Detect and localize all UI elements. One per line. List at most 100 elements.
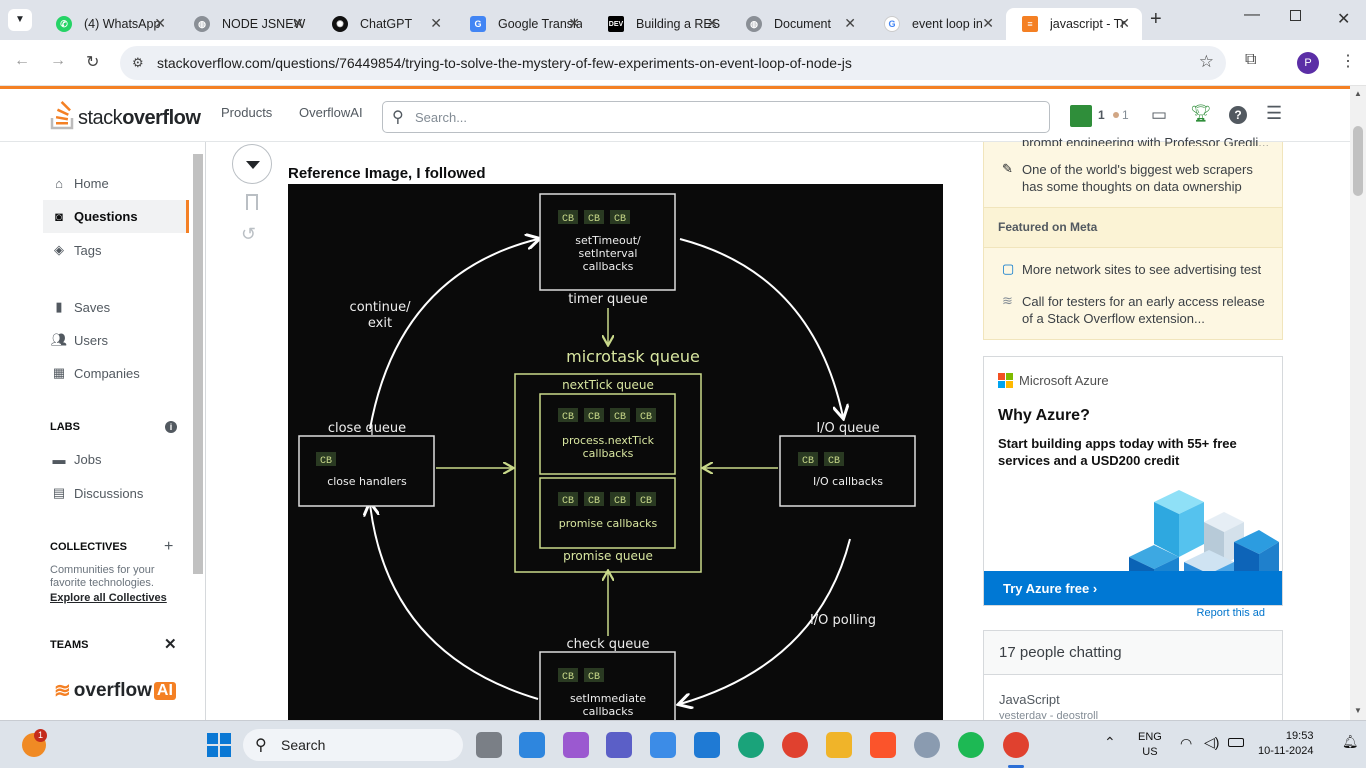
clock[interactable]: 19:53 10-11-2024	[1258, 729, 1313, 759]
taskbar-search[interactable]: ⚲ Search	[243, 729, 463, 761]
maximize-button[interactable]	[1290, 10, 1301, 21]
chat-room-link[interactable]: JavaScript	[999, 692, 1060, 707]
profile-avatar[interactable]: P	[1297, 52, 1319, 74]
info-icon[interactable]: i	[165, 421, 177, 433]
tab-node-jsnew[interactable]: ◍ NODE JSNEW ✕	[178, 8, 316, 40]
meta-item-advertising[interactable]: More network sites to see advertising te…	[1022, 261, 1272, 278]
downvote-button[interactable]	[232, 144, 272, 184]
site-switcher-icon[interactable]: ☰	[1266, 103, 1282, 124]
language-indicator[interactable]: ENG US	[1138, 730, 1162, 760]
teams-icon[interactable]	[606, 732, 632, 758]
new-tab-button[interactable]: +	[1150, 8, 1162, 31]
chrome-icon[interactable]	[782, 732, 808, 758]
scroll-thumb[interactable]	[1353, 126, 1363, 196]
tab-document[interactable]: ◍ Document ✕	[730, 8, 868, 40]
store-icon[interactable]	[650, 732, 676, 758]
nav-home[interactable]: ⌂ Home	[50, 176, 109, 191]
search-input[interactable]: ⚲ Search...	[382, 101, 1050, 133]
nav-saves[interactable]: ▮ Saves	[50, 299, 110, 315]
tab-search-button[interactable]: ▼	[8, 9, 32, 31]
user-avatar-icon[interactable]	[1070, 105, 1092, 127]
spotify-icon[interactable]	[958, 732, 984, 758]
achievements-icon[interactable]: 🏆︎	[1190, 104, 1212, 124]
blog-item-partial[interactable]: prompt engineering with Professor Gregli…	[1022, 134, 1272, 146]
file-explorer-icon[interactable]	[826, 732, 852, 758]
tab-google-translate[interactable]: G Google Translate ✕	[454, 8, 592, 40]
help-icon[interactable]: ?	[1229, 106, 1247, 124]
brave-icon[interactable]	[870, 732, 896, 758]
minimize-button[interactable]: —	[1244, 6, 1260, 24]
nav-tags[interactable]: ◈ Tags	[50, 242, 101, 258]
tab-javascript-active[interactable]: ≡ javascript - Tr ✕	[1006, 8, 1142, 40]
add-collective-icon[interactable]: +	[164, 538, 173, 556]
close-icon[interactable]: ✕	[292, 15, 304, 32]
close-teams-icon[interactable]: ✕	[164, 635, 177, 653]
ad-cta[interactable]: Try Azure free ›	[1003, 581, 1097, 596]
overflowai-logo[interactable]: ≋ overflow AI	[54, 678, 176, 703]
timer-box-line2: setInterval	[579, 247, 638, 260]
volume-icon[interactable]: ◁)	[1204, 734, 1219, 751]
tab-whatsapp[interactable]: ✆ (4) WhatsApp ✕	[40, 8, 178, 40]
inbox-icon[interactable]: ▭	[1151, 105, 1167, 125]
report-ad-link[interactable]: Report this ad	[1197, 607, 1265, 619]
blog-item-web-scrapers[interactable]: One of the world's biggest web scrapers …	[1022, 161, 1272, 195]
ad-brand: Microsoft Azure	[1019, 373, 1109, 388]
notepad-icon[interactable]	[519, 732, 545, 758]
chat-title[interactable]: 17 people chatting	[999, 644, 1122, 661]
azure-ad[interactable]: Microsoft Azure Why Azure? Start buildin…	[983, 356, 1283, 606]
close-icon[interactable]: ✕	[154, 15, 166, 32]
menu-kebab-icon[interactable]: ⋮	[1340, 51, 1356, 71]
forward-icon[interactable]: →	[50, 52, 66, 70]
site-info-icon[interactable]: ⚙	[132, 55, 144, 71]
nav-companies[interactable]: ▦ Companies	[50, 365, 140, 381]
close-icon[interactable]: ✕	[706, 15, 718, 32]
back-icon[interactable]: ←	[14, 52, 30, 70]
start-button[interactable]	[207, 733, 231, 757]
history-icon[interactable]: ↺	[241, 224, 256, 245]
close-window-button[interactable]: ✕	[1337, 9, 1350, 29]
page-scrollbar[interactable]: ▲ ▼	[1350, 86, 1366, 720]
bronze-badge-dot	[1113, 112, 1119, 118]
vscode-icon[interactable]	[694, 732, 720, 758]
nav-discussions[interactable]: ▤ Discussions	[50, 485, 144, 501]
copilot-icon[interactable]	[563, 732, 589, 758]
chrome-profile-icon[interactable]	[1003, 732, 1029, 758]
globe-app-icon[interactable]	[914, 732, 940, 758]
nav-products[interactable]: Products	[221, 105, 272, 120]
explore-collectives-link[interactable]: Explore all Collectives	[50, 592, 167, 604]
meta-item-testers[interactable]: Call for testers for an early access rel…	[1022, 293, 1272, 327]
dev-icon: DEV	[608, 16, 624, 32]
nav-jobs[interactable]: ▬ Jobs	[50, 452, 102, 467]
extensions-icon[interactable]: ⧉	[1245, 51, 1256, 69]
task-view-icon[interactable]	[476, 732, 502, 758]
nav-questions[interactable]: ◙ Questions	[50, 209, 138, 224]
wifi-icon[interactable]: ◠	[1180, 735, 1192, 752]
tab-chatgpt[interactable]: ✺ ChatGPT ✕	[316, 8, 454, 40]
address-bar[interactable]: ⚙ stackoverflow.com/questions/76449854/t…	[120, 46, 1226, 80]
battery-icon[interactable]	[1228, 738, 1244, 747]
scroll-up-arrow[interactable]: ▲	[1354, 89, 1362, 98]
tab-event-loop[interactable]: G event loop in ✕	[868, 8, 1006, 40]
tab-dev[interactable]: DEV Building a REST ✕	[592, 8, 730, 40]
left-nav-scrollbar[interactable]	[193, 154, 203, 574]
bookmark-star-icon[interactable]: ☆	[1199, 52, 1214, 72]
svg-text:CB: CB	[640, 412, 652, 423]
close-icon[interactable]: ✕	[844, 15, 856, 32]
svg-text:CB: CB	[588, 412, 600, 423]
edge-icon[interactable]	[738, 732, 764, 758]
bookmark-icon[interactable]	[246, 194, 258, 210]
close-icon[interactable]: ✕	[982, 15, 994, 32]
close-icon[interactable]: ✕	[430, 15, 442, 32]
nav-overflowai[interactable]: OverflowAI	[299, 105, 363, 120]
close-icon[interactable]: ✕	[568, 15, 580, 32]
windows-taskbar: 1 ⚲ Search ⌃ ENG US ◠ ◁) 19:53 10-11-202…	[0, 720, 1366, 768]
scroll-down-arrow[interactable]: ▼	[1354, 706, 1362, 715]
tray-chevron-icon[interactable]: ⌃	[1104, 734, 1116, 751]
nav-users[interactable]: 👥︎ Users	[50, 332, 108, 348]
notifications-icon[interactable]: 🔔︎	[1342, 734, 1359, 750]
close-icon[interactable]: ✕	[1118, 15, 1130, 32]
so-logo[interactable]: stack overflow	[50, 98, 201, 130]
close-box	[298, 435, 435, 507]
questions-icon: ◙	[55, 209, 63, 224]
reload-icon[interactable]: ↻	[86, 52, 99, 72]
